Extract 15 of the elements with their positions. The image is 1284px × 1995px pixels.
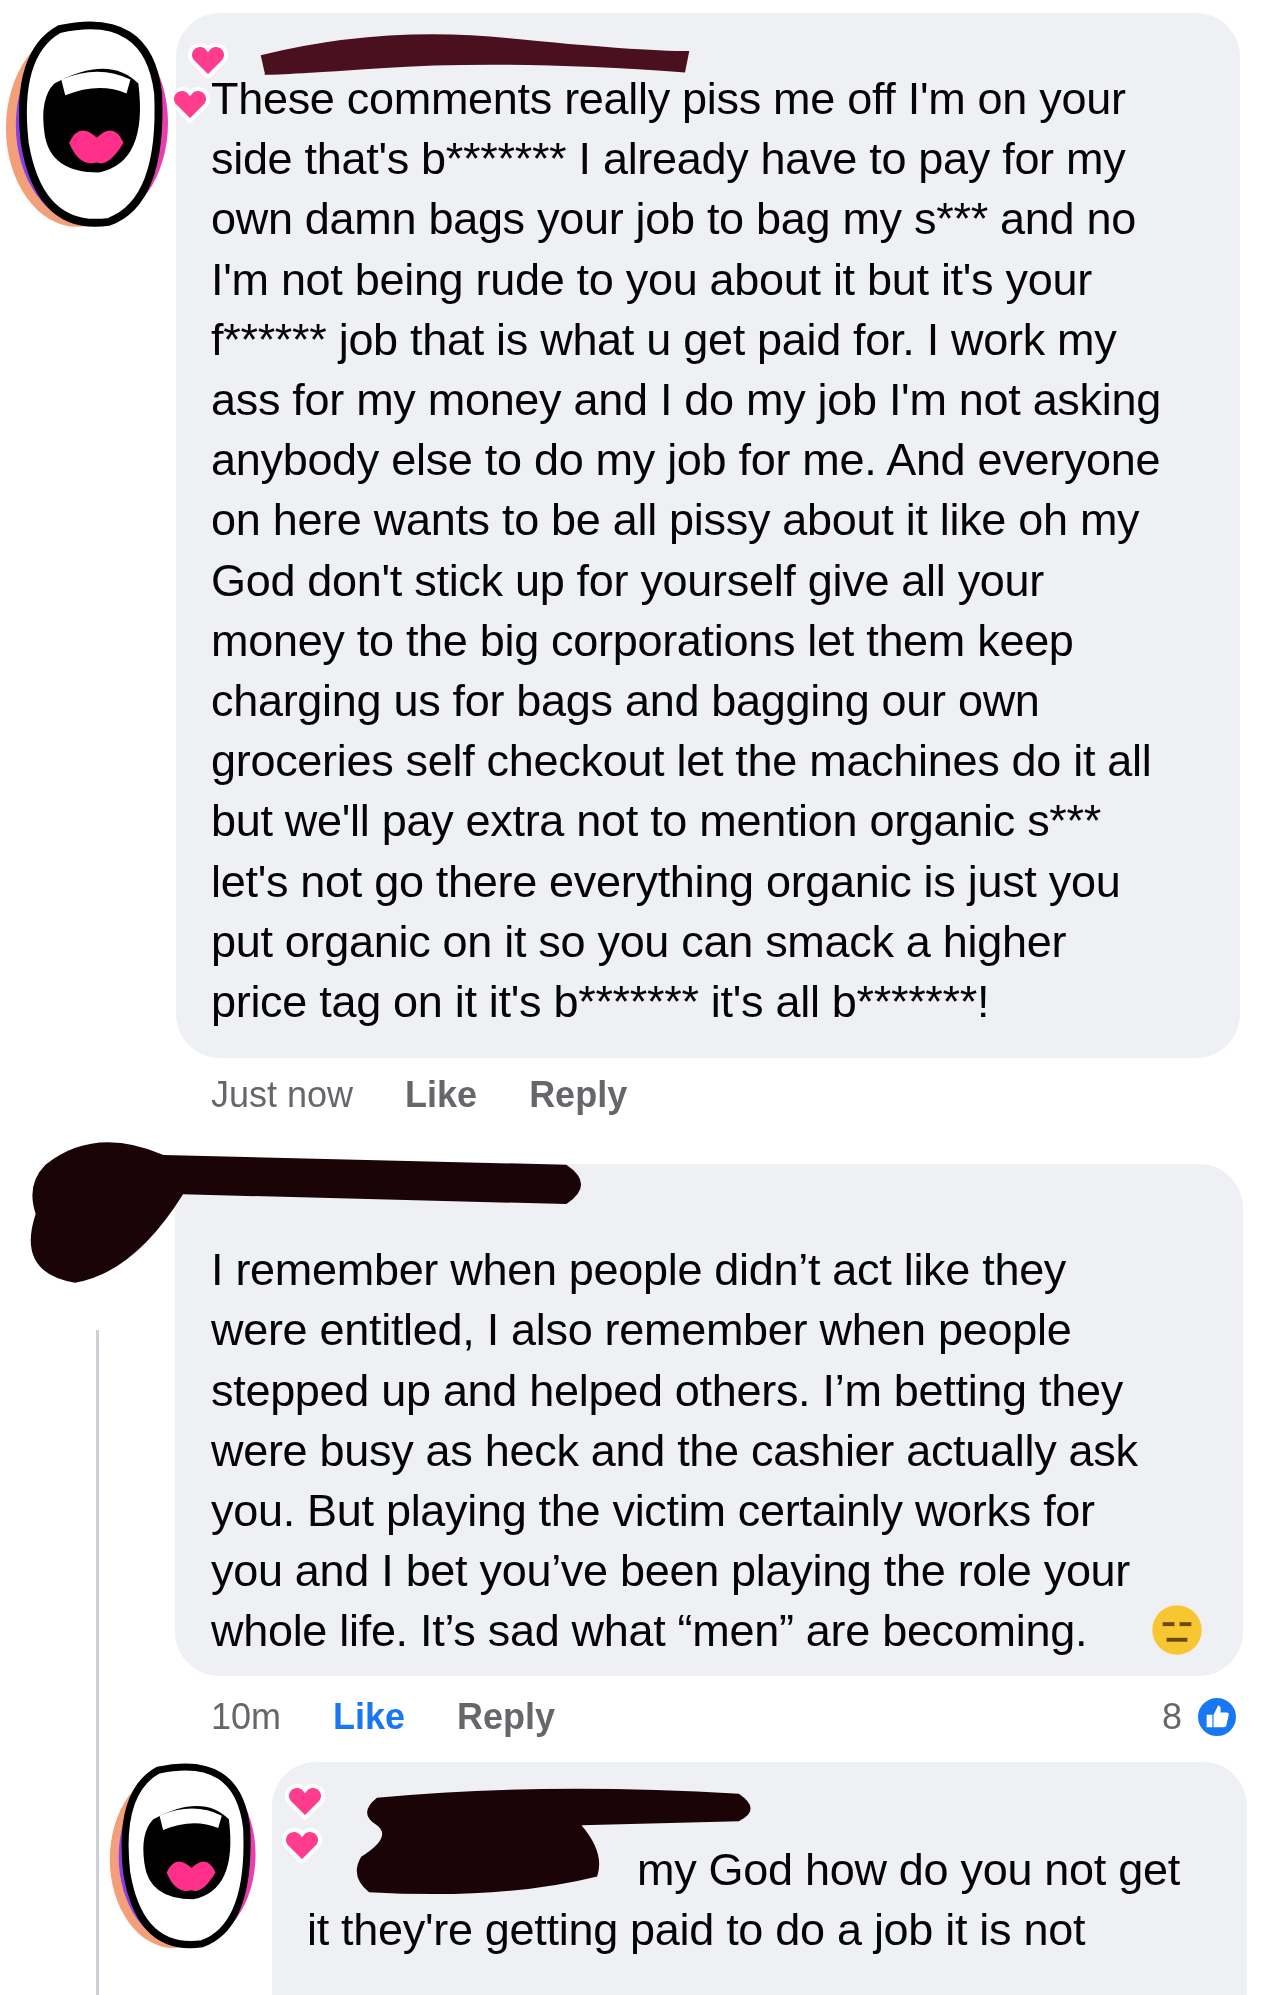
like-button[interactable]: Like	[405, 1074, 478, 1117]
expressionless-face-icon	[1151, 1603, 1203, 1656]
heart-icon	[285, 1783, 325, 1820]
reaction-count: 8	[1161, 1695, 1182, 1738]
comment-text: my God how do you not get	[637, 1842, 1180, 1897]
comment-text: These comments really piss me off I'm on your side that's b******* I already have to pay for my own damn bags your job to bag my s*** and no I'm not being rude to you about it but it's your f****** job that is what u get paid for. I work my ass for my money and I do my job I'm not asking anybody else to do my job for me. And everyone on here wants to be all pissy about it like oh my God don't stick up for yourself give all your money to the big corporations let them keep charging us for bags and bagging our own groceries self checkout let the machines do it all but we'll pay extra not to mention organic s*** let's not go there everything organic is just you put organic on it so you can smack a higher price tag on it it's b******* it's all b*******!	[211, 72, 1161, 1030]
reply-button[interactable]: Reply	[529, 1074, 628, 1117]
timestamp: 10m	[211, 1695, 282, 1738]
heart-icon	[188, 43, 228, 79]
reply-button[interactable]: Reply	[457, 1695, 556, 1738]
comment-text: it they're getting paid to do a job it is not	[307, 1902, 1086, 1957]
like-button[interactable]: Like	[333, 1695, 406, 1738]
heart-icon	[282, 1827, 322, 1864]
timestamp: Just now	[211, 1074, 354, 1117]
comment-text: I remember when people didn’t act like they were entitled, I also remember when people stepped up and helped others. I’m betting they were busy as heck and the cashier actually ask you. But playing the victim certainly works for you and I bet you’ve been playing the role your whole life. It’s sad what “men” are becoming.	[211, 1243, 1138, 1659]
